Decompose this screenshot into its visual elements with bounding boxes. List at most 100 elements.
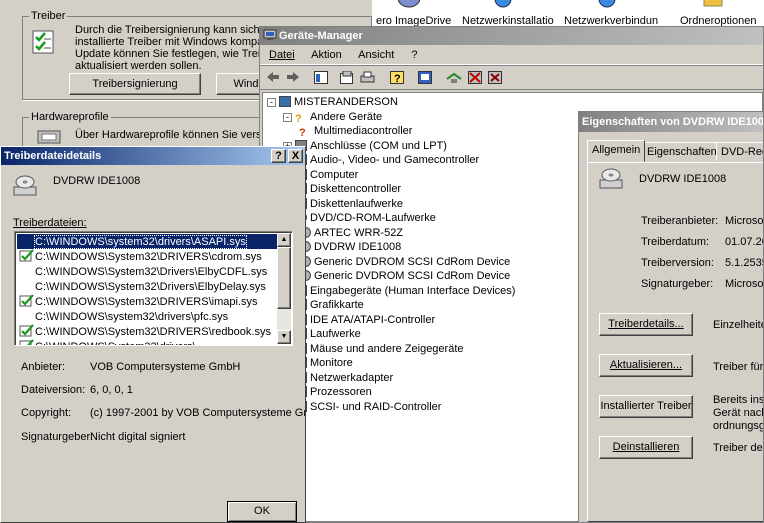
driver-file-row[interactable]: C:\WINDOWS\System32\DRIVERS\cdrom.sys <box>17 249 279 264</box>
tree-item-label: Generic DVDROM SCSI CdRom Device <box>314 255 511 268</box>
driver-files-list[interactable]: C:\WINDOWS\system32\drivers\ASAPI.sys C:\… <box>14 231 293 346</box>
label-copyright: Copyright: <box>21 407 72 419</box>
tree-item[interactable]: ? Multimediacontroller <box>299 124 413 139</box>
tree-item[interactable]: DVDRW IDE1008 <box>299 240 401 254</box>
computer-icon <box>279 96 291 107</box>
prop-label-datum: Treiberdatum: <box>641 236 710 248</box>
scan-hardware-icon[interactable] <box>418 71 432 87</box>
menu-ansicht[interactable]: Ansicht <box>358 49 394 61</box>
driver-file-path: C:\WINDOWS\System32\Drivers\ElbyDelay.sy… <box>35 281 266 293</box>
label-anbieter: Anbieter: <box>21 361 66 373</box>
tree-item-label: Audio-, Video- und Gamecontroller <box>310 154 480 166</box>
aktualisieren-desc: Treiber für d <box>713 361 764 373</box>
update-driver-icon[interactable] <box>446 71 462 87</box>
network-install-icon[interactable] <box>490 0 516 11</box>
driver-file-details-titlebar[interactable]: Treiberdateidetails ? X <box>1 147 305 165</box>
tab-allgemein[interactable]: Allgemein <box>587 140 646 162</box>
prop-label-version: Treiberversion: <box>641 257 714 269</box>
tree-item-label: IDE ATA/ATAPI-Controller <box>310 313 436 326</box>
driver-file-row[interactable]: C:\WINDOWS\system32\drivers\pfc.sys <box>17 309 279 324</box>
driver-file-row[interactable]: C:\WINDOWS\system32\drivers\ASAPI.sys <box>17 234 279 249</box>
tree-item-label: ARTEC WRR-52Z <box>314 226 404 239</box>
tree-item-label: Computer <box>310 168 359 181</box>
tree-item[interactable]: ARTEC WRR-52Z <box>299 226 403 240</box>
tab-dvd-region[interactable]: DVD-Regio <box>716 142 763 161</box>
value-copyright: (c) 1997-2001 by VOB Computersysteme Gmb… <box>90 407 306 419</box>
treibersignierung-button[interactable]: Treibersignierung <box>69 73 201 95</box>
folder-options-icon[interactable] <box>700 0 726 11</box>
signed-check-icon <box>19 294 35 307</box>
menu-datei[interactable]: Datei <box>269 49 295 61</box>
driver-file-row[interactable]: C:\WINDOWS\System32\DRIVERS\imapi.sys <box>17 294 279 309</box>
tree-item[interactable]: Generic DVDROM SCSI CdRom Device <box>299 269 510 283</box>
blank-icon <box>19 279 35 292</box>
driver-file-path: C:\WINDOWS\System32\DRIVERS\cdrom.sys <box>35 251 262 263</box>
driver-file-path: C:\WINDOWS\System32\DRIVERS\redbook.sys <box>35 326 271 338</box>
tree-item[interactable]: +Mäuse und andere Zeigegeräte <box>283 342 464 356</box>
menu-aktion[interactable]: Aktion <box>311 49 342 61</box>
list-scrollbar[interactable]: ▲ ▼ <box>277 233 291 344</box>
forward-arrow-icon[interactable] <box>286 71 300 86</box>
device-manager-titlebar[interactable]: Geräte-Manager <box>260 27 763 45</box>
tree-item-label: SCSI- und RAID-Controller <box>310 400 442 413</box>
tree-item[interactable]: +Eingabegeräte (Human Interface Devices) <box>283 284 515 298</box>
driver-file-row[interactable]: C:\WINDOWS\System32\DRIVERS\redbook.sys <box>17 324 279 339</box>
back-arrow-icon[interactable] <box>266 71 280 86</box>
show-hide-console-icon[interactable] <box>314 71 328 87</box>
tree-item[interactable]: +Anschlüsse (COM und LPT) <box>283 139 447 153</box>
tree-item-label: DVD/CD-ROM-Laufwerke <box>310 212 436 224</box>
driver-file-row[interactable]: C:\WINDOWS\System32\Drivers\ElbyDelay.sy… <box>17 279 279 294</box>
driver-file-row[interactable]: C:\WINDOWS\System32\Drivers\ElbyCDFL.sys <box>17 264 279 279</box>
tree-item[interactable]: +Audio-, Video- und Gamecontroller <box>283 153 479 167</box>
installierter-treiber-desc-1: Bereits insta <box>713 394 764 406</box>
collapse-icon[interactable]: - <box>267 98 276 107</box>
driver-file-row[interactable]: C:\WINDOWS\System32\drivers\... <box>17 339 279 345</box>
tree-item-label: Diskettencontroller <box>310 183 402 195</box>
dvd-drive-icon <box>13 175 37 197</box>
details-device-name: DVDRW IDE1008 <box>53 175 141 187</box>
menu-help[interactable]: ? <box>411 49 417 61</box>
scroll-up-button[interactable]: ▲ <box>277 233 291 247</box>
print-icon[interactable] <box>360 71 375 87</box>
tree-item[interactable]: +SCSI- und RAID-Controller <box>283 400 441 414</box>
network-connection-icon[interactable] <box>594 0 620 11</box>
deinstallieren-button[interactable]: Deinstallieren <box>599 436 693 459</box>
treiberdateien-label: Treiberdateien: <box>13 217 87 229</box>
tree-item[interactable]: - MISTERANDERSON <box>267 95 398 109</box>
device-manager-menubar: Datei Aktion Ansicht ? <box>260 45 763 65</box>
scroll-thumb[interactable] <box>277 247 291 309</box>
signed-check-icon <box>19 339 35 345</box>
driver-file-path: C:\WINDOWS\System32\Drivers\ElbyCDFL.sys <box>35 266 268 278</box>
blank-icon <box>19 309 35 322</box>
scroll-down-button[interactable]: ▼ <box>277 330 291 344</box>
label-dateiversion: Dateiversion: <box>21 384 86 396</box>
prop-value-anbieter: Microsoft <box>725 215 764 227</box>
aktualisieren-button[interactable]: Aktualisieren... <box>599 354 693 377</box>
device-manager-title: Geräte-Manager <box>279 30 363 42</box>
uninstall-device-icon[interactable] <box>488 71 502 87</box>
help-icon[interactable]: ? <box>390 71 404 87</box>
installierter-treiber-button[interactable]: Installierter Treiber <box>599 395 693 418</box>
tab-eigenschaften[interactable]: Eigenschaften <box>642 142 722 161</box>
tree-item[interactable]: -? Andere Geräte <box>283 110 382 124</box>
collapse-icon[interactable]: - <box>283 112 292 122</box>
tree-item-label: MISTERANDERSON <box>294 96 398 108</box>
ok-button[interactable]: OK <box>227 501 297 522</box>
disable-device-icon[interactable] <box>468 71 482 87</box>
device-properties-titlebar[interactable]: Eigenschaften von DVDRW IDE1008 <box>579 112 763 132</box>
device-manager-toolbar: ? <box>260 65 763 90</box>
driver-file-path: C:\WINDOWS\System32\DRIVERS\imapi.sys <box>35 296 258 308</box>
imagedrive-icon[interactable] <box>396 0 422 11</box>
prop-label-anbieter: Treiberanbieter: <box>641 215 719 227</box>
properties-icon[interactable] <box>340 70 354 87</box>
driver-file-path: C:\WINDOWS\system32\drivers\ASAPI.sys <box>34 235 247 249</box>
device-manager-icon <box>263 29 277 47</box>
treiberdetails-button[interactable]: Treiberdetails... <box>599 313 693 336</box>
tree-item-label: Multimediacontroller <box>314 125 413 137</box>
value-dateiversion: 6, 0, 0, 1 <box>90 384 133 396</box>
tree-item-label: Generic DVDROM SCSI CdRom Device <box>314 270 511 282</box>
help-button[interactable]: ? <box>271 149 286 163</box>
installierter-treiber-desc-2: Gerät nach <box>713 407 764 419</box>
close-button[interactable]: X <box>288 149 303 163</box>
tree-item[interactable]: Generic DVDROM SCSI CdRom Device <box>299 255 510 269</box>
